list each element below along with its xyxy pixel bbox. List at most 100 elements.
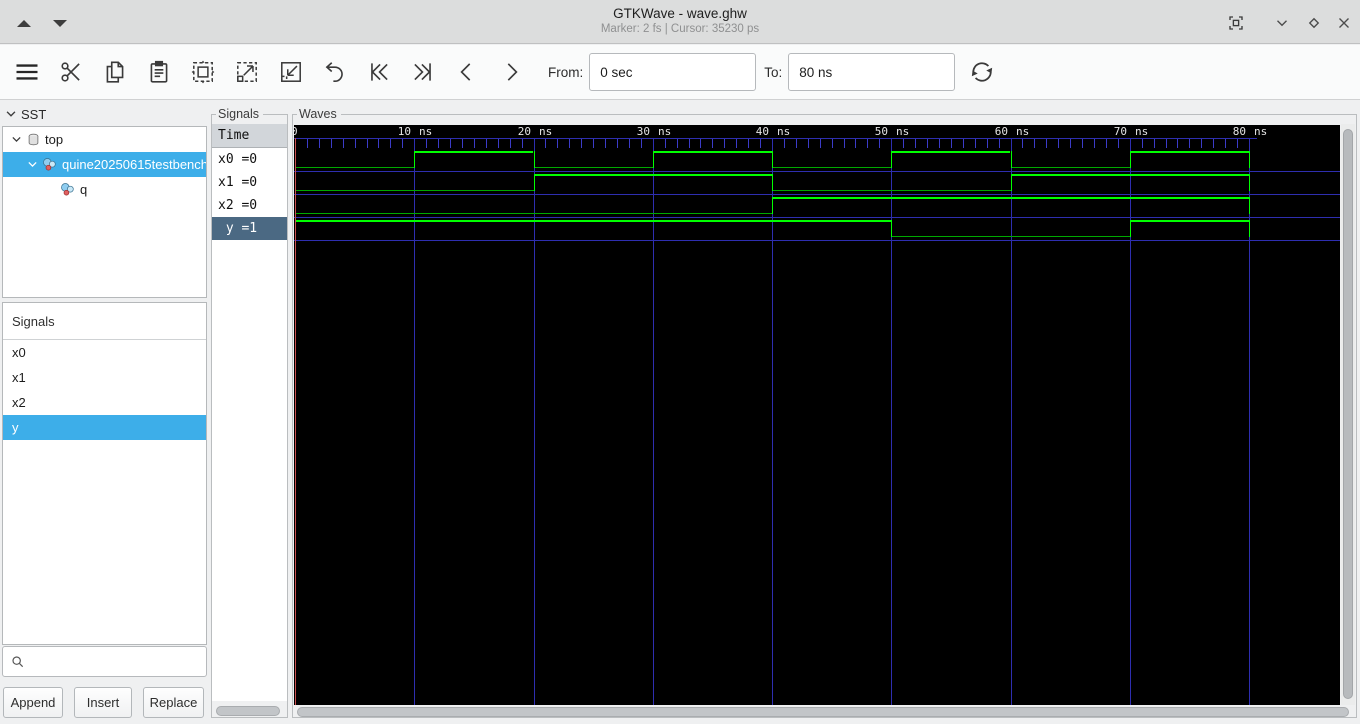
trace-separator xyxy=(294,194,1340,195)
wave-area[interactable]: 0 10 ns 20 ns 30 ns 40 ns 50 ns 60 ns 70 ns 80 ns xyxy=(294,125,1340,705)
wave-segment-x0 xyxy=(653,151,772,153)
zoom-fit-icon[interactable] xyxy=(188,57,218,87)
module-spheres-icon xyxy=(40,156,59,173)
from-input[interactable] xyxy=(589,53,757,91)
replace-button[interactable]: Replace xyxy=(143,687,204,718)
signal-value-row[interactable]: x2 =0 xyxy=(212,194,287,217)
timeline-tick xyxy=(808,139,809,148)
timeline-unit: ns xyxy=(1016,125,1030,138)
timeline-tick xyxy=(617,139,618,148)
minimize-chevron-icon[interactable] xyxy=(1272,13,1292,33)
timeline-tick xyxy=(844,139,845,148)
timeline-tick xyxy=(378,139,379,148)
wave-edge-x1 xyxy=(1249,174,1250,191)
timeline-tick xyxy=(557,139,558,148)
signal-value-row-selected[interactable]: y =1 xyxy=(212,217,287,240)
waves-hscrollbar[interactable] xyxy=(295,706,1355,718)
wave-edge-x0 xyxy=(772,151,773,168)
paste-icon[interactable] xyxy=(144,57,174,87)
tree-label: q xyxy=(80,182,88,197)
close-icon[interactable] xyxy=(1334,13,1354,33)
list-item[interactable]: x0 xyxy=(3,340,206,365)
undo-icon[interactable] xyxy=(320,57,350,87)
marker-cursor-status: Marker: 2 fs | Cursor: 35230 ps xyxy=(600,23,760,35)
wave-segment-x0 xyxy=(414,151,533,153)
timeline-tick xyxy=(855,139,856,148)
grid-line xyxy=(1011,138,1012,705)
go-first-icon[interactable] xyxy=(364,57,394,87)
sst-tree: top quine20250615testbench q xyxy=(2,126,207,298)
go-next-icon[interactable] xyxy=(496,57,526,87)
zoom-out-icon[interactable] xyxy=(276,57,306,87)
chevron-down-icon[interactable] xyxy=(24,158,40,171)
list-item[interactable]: x2 xyxy=(3,390,206,415)
menu-icon[interactable] xyxy=(12,57,42,87)
timeline-tick xyxy=(605,139,606,148)
timeline-tick xyxy=(1225,139,1226,148)
wave-segment-x0 xyxy=(772,167,891,168)
timeline-tick xyxy=(1201,139,1202,148)
time-header[interactable]: Time xyxy=(212,124,287,148)
wave-edge-y xyxy=(1130,220,1131,237)
timeline-unit: ns xyxy=(1135,125,1149,138)
timeline-tick xyxy=(593,139,594,148)
go-previous-icon[interactable] xyxy=(452,57,482,87)
timeline-label: 70 xyxy=(1113,125,1127,138)
timeline-tick xyxy=(343,139,344,148)
copy-icon[interactable] xyxy=(100,57,130,87)
timeline-tick xyxy=(975,139,976,148)
timeline-tick xyxy=(367,139,368,148)
wave-edge-x0 xyxy=(1011,151,1012,168)
timeline-label: 50 xyxy=(874,125,888,138)
wave-edge-x1 xyxy=(534,174,535,191)
timeline-tick xyxy=(331,139,332,148)
list-item[interactable]: x1 xyxy=(3,365,206,390)
timeline-label: 80 xyxy=(1232,125,1246,138)
timeline-unit: ns xyxy=(1254,125,1268,138)
timeline-tick xyxy=(796,139,797,148)
cut-icon[interactable] xyxy=(56,57,86,87)
zoom-in-icon[interactable] xyxy=(232,57,262,87)
to-input[interactable] xyxy=(788,53,956,91)
signals-column-hscrollbar[interactable] xyxy=(214,705,285,718)
list-item-selected[interactable]: y xyxy=(3,415,206,440)
timeline-tick xyxy=(903,139,904,148)
reload-icon[interactable] xyxy=(967,57,997,87)
timeline-label: 0 xyxy=(294,125,298,138)
signal-value-row[interactable]: x1 =0 xyxy=(212,171,287,194)
timeline-tick xyxy=(867,139,868,148)
sst-expander[interactable]: SST xyxy=(4,105,46,123)
waves-vscrollbar[interactable] xyxy=(1341,124,1355,705)
timeline-unit: ns xyxy=(539,125,553,138)
wave-segment-y xyxy=(295,220,891,222)
timeline-tick xyxy=(498,139,499,148)
maximize-diamond-icon[interactable] xyxy=(1304,13,1324,33)
module-spheres-icon xyxy=(58,181,77,198)
tree-row-testbench[interactable]: quine20250615testbench xyxy=(3,152,206,177)
append-button[interactable]: Append xyxy=(3,687,63,718)
fullscreen-icon[interactable] xyxy=(1226,13,1246,33)
signal-value-row[interactable]: x0 =0 xyxy=(212,148,287,171)
tree-label: quine20250615testbench xyxy=(62,157,206,172)
timeline-tick xyxy=(879,139,880,148)
timeline-tick xyxy=(677,139,678,148)
timeline-tick xyxy=(951,139,952,148)
scrollbar-thumb[interactable] xyxy=(297,707,1349,717)
scrollbar-thumb[interactable] xyxy=(1343,129,1353,699)
wave-edge-x0 xyxy=(653,151,654,168)
timeline-tick xyxy=(999,139,1000,148)
timeline-tick xyxy=(1034,139,1035,148)
insert-button[interactable]: Insert xyxy=(74,687,132,718)
chevron-down-icon[interactable] xyxy=(8,133,24,146)
wave-segment-x1 xyxy=(534,174,773,176)
timeline-tick xyxy=(927,139,928,148)
go-last-icon[interactable] xyxy=(408,57,438,87)
tree-row-top[interactable]: top xyxy=(3,127,206,152)
tree-row-q[interactable]: q xyxy=(3,177,206,202)
scrollbar-thumb[interactable] xyxy=(216,706,280,716)
signal-search[interactable] xyxy=(2,646,207,677)
waves-frame-label: Waves xyxy=(297,107,341,122)
timeline-tick xyxy=(402,139,403,148)
wave-segment-x1 xyxy=(295,190,534,191)
signals-list-header[interactable]: Signals xyxy=(3,303,206,340)
